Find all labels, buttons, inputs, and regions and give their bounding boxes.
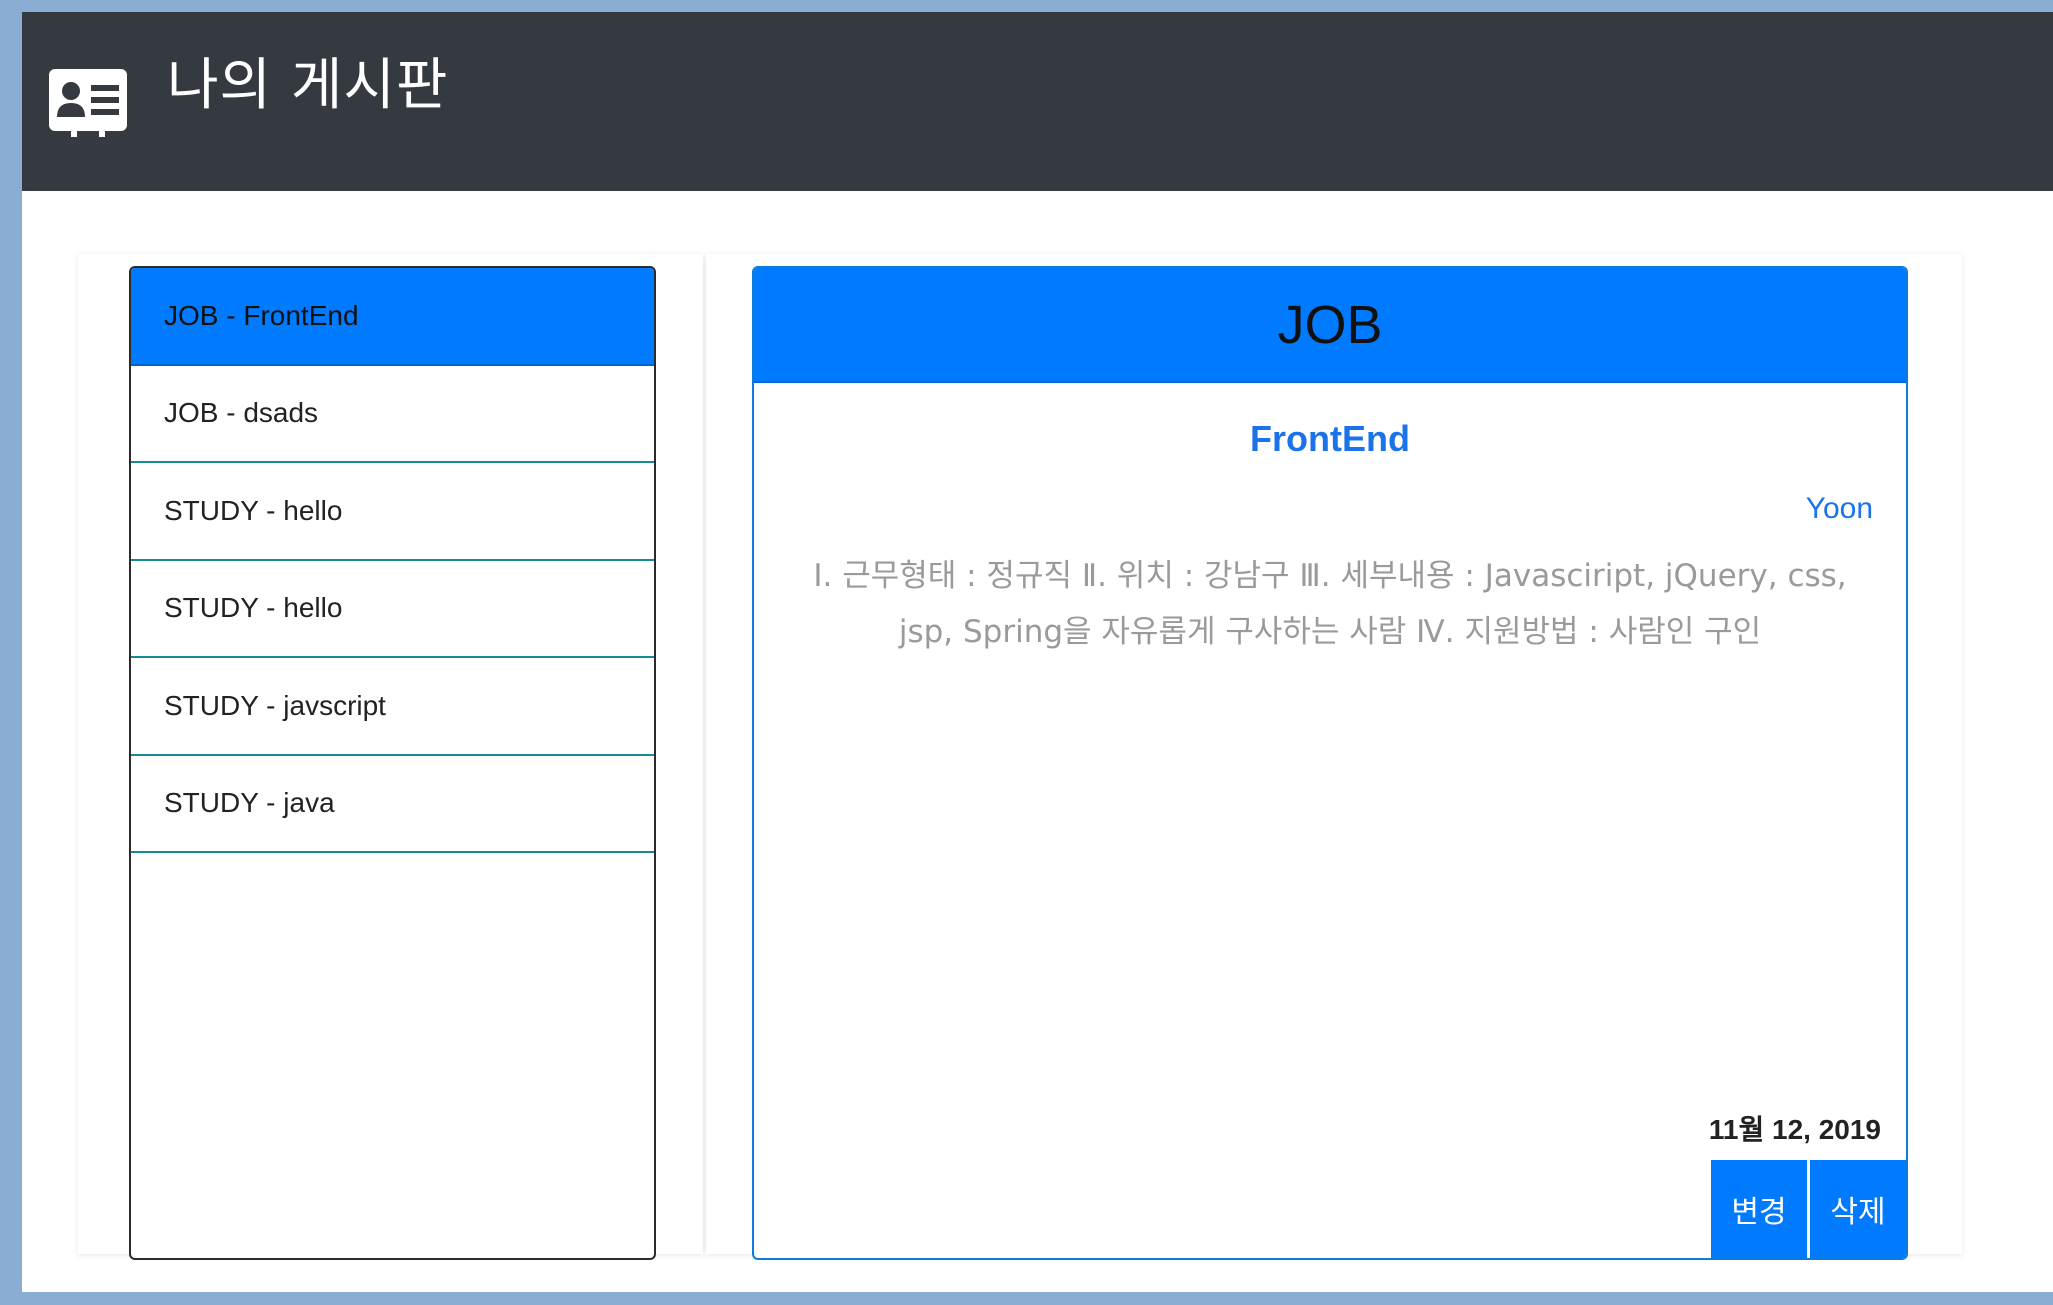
post-detail-panel: JOB FrontEnd Yoon Ⅰ. 근무형태 : 정규직 Ⅱ. 위치 : … xyxy=(706,254,1962,1260)
post-date: 11월 12, 2019 xyxy=(1708,1114,1881,1145)
post-body: Ⅰ. 근무형태 : 정규직 Ⅱ. 위치 : 강남구 Ⅲ. 세부내용 : Java… xyxy=(813,558,1847,650)
post-author: Yoon xyxy=(1805,492,1873,525)
list-item[interactable]: JOB - dsads xyxy=(131,366,654,463)
list-item[interactable]: STUDY - java xyxy=(131,756,654,853)
brand-title[interactable]: 나의 게시판 xyxy=(167,40,448,121)
list-item[interactable]: JOB - FrontEnd xyxy=(131,268,654,366)
list-item[interactable]: STUDY - javscript xyxy=(131,658,654,756)
delete-button[interactable]: 삭제 xyxy=(1810,1160,1906,1258)
post-card: JOB FrontEnd Yoon Ⅰ. 근무형태 : 정규직 Ⅱ. 위치 : … xyxy=(752,266,1908,1260)
post-actions: 변경 삭제 xyxy=(1711,1160,1906,1258)
post-list: JOB - FrontEnd JOB - dsads STUDY - hello… xyxy=(129,266,656,1260)
post-title: FrontEnd xyxy=(1250,418,1410,459)
post-category-header: JOB xyxy=(754,268,1906,383)
list-item[interactable]: STUDY - hello xyxy=(131,463,654,561)
address-card-icon[interactable] xyxy=(47,65,129,139)
post-list-panel: JOB - FrontEnd JOB - dsads STUDY - hello… xyxy=(78,254,703,1260)
main-content: JOB - FrontEnd JOB - dsads STUDY - hello… xyxy=(78,254,1962,1260)
list-item[interactable]: STUDY - hello xyxy=(131,561,654,658)
navbar: 나의 게시판 xyxy=(22,12,2053,191)
app-window: 나의 게시판 JOB - FrontEnd JOB - dsads STUDY … xyxy=(22,12,2053,1292)
edit-button[interactable]: 변경 xyxy=(1711,1160,1807,1258)
